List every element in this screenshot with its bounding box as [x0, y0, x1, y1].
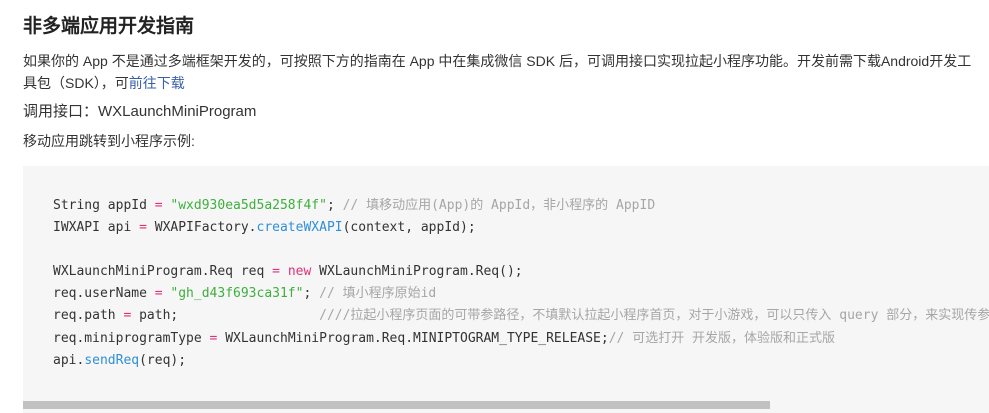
code-token: new [287, 264, 312, 280]
download-link[interactable]: 前往下载 [129, 75, 185, 91]
code-token: WXAPIFactory. [146, 220, 257, 236]
code-token: (context, appId); [342, 220, 476, 236]
code-token: // 填移动应用(App)的 AppId，非小程序的 AppID [342, 198, 656, 213]
code-block[interactable]: String appId = "wxd930ea5d5a258f4f"; // … [23, 166, 989, 413]
scrollbar-thumb[interactable] [23, 401, 770, 409]
code-line: req.userName = "gh_d43f693ca31f"; // 填小程… [53, 286, 436, 301]
code-token: = [154, 286, 163, 302]
code-token: IWXAPI api [53, 220, 140, 236]
section-title: 非多端应用开发指南 [23, 16, 195, 37]
code-token: api. [53, 352, 85, 368]
code-line: WXLaunchMiniProgram.Req req = new WXLaun… [53, 264, 523, 279]
code-token: createWXAPI [256, 220, 343, 236]
code-token: path; [131, 308, 320, 324]
example-label: 移动应用跳转到小程序示例: [23, 133, 195, 149]
code-line: IWXAPI api = WXAPIFactory.createWXAPI(co… [53, 220, 476, 235]
code-token: req.userName [53, 286, 155, 302]
code-token: "gh_d43f693ca31f" [170, 286, 304, 302]
code-token: // 填小程序原始id [319, 286, 437, 302]
code-token: = [139, 220, 147, 236]
horizontal-scrollbar[interactable] [23, 401, 989, 409]
code-token: // 可选打开 开发版，体验版和正式版 [608, 330, 836, 346]
code-token: WXLaunchMiniProgram.Req(); [311, 264, 523, 280]
code-token: ////拉起小程序页面的可带参路径，不填默认拉起小程序首页，对于小游戏，可以只传… [319, 308, 989, 324]
api-label: 调用接口：WXLaunchMiniProgram [23, 103, 257, 120]
code-line: api.sendReq(req); [53, 353, 186, 368]
code-token: String appId [53, 198, 155, 213]
code-content: String appId = "wxd930ea5d5a258f4f"; // … [53, 195, 989, 372]
code-token: ; [326, 198, 343, 213]
code-token: = [154, 198, 163, 213]
code-token: WXLaunchMiniProgram.Req.MINIPTOGRAM_TYPE… [217, 330, 609, 346]
code-token: WXLaunchMiniProgram.Req req [53, 264, 273, 280]
code-line: String appId = "wxd930ea5d5a258f4f"; // … [53, 198, 655, 213]
code-token: req.miniprogramType [53, 330, 210, 346]
code-token: "wxd930ea5d5a258f4f" [170, 198, 327, 213]
intro-paragraph: 如果你的 App 不是通过多端框架开发的，可按照下方的指南在 App 中在集成微… [23, 50, 973, 94]
code-line: req.path = path; ////拉起小程序页面的可带参路径，不填默认拉… [53, 308, 989, 323]
code-token: = [272, 264, 280, 280]
code-token: sendReq [84, 352, 140, 368]
code-token: ; [303, 286, 320, 302]
code-token: (req); [139, 352, 187, 368]
code-line: req.miniprogramType = WXLaunchMiniProgra… [53, 331, 835, 346]
code-token: req.path [53, 308, 124, 324]
